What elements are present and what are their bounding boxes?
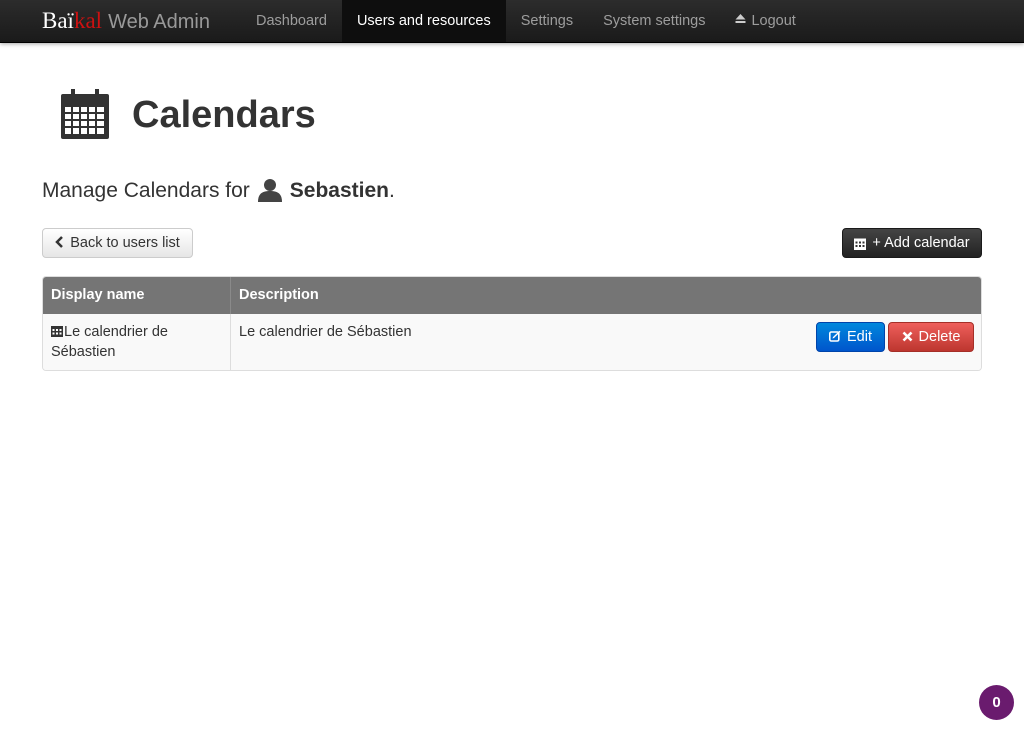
- edit-icon: [829, 330, 841, 345]
- calendar-icon: [51, 326, 63, 337]
- subtitle-prefix: Manage Calendars for: [42, 179, 250, 202]
- back-to-users-button[interactable]: Back to users list: [42, 228, 193, 258]
- cell-description: Le calendrier de Sébastien: [239, 324, 412, 340]
- page-subtitle: Manage Calendars for Sebastien .: [42, 176, 395, 206]
- add-calendar-button[interactable]: + Add calendar: [842, 228, 982, 258]
- cell-display-name: Le calendrier de Sébastien: [43, 314, 231, 370]
- add-calendar-label: + Add calendar: [872, 235, 970, 251]
- delete-button[interactable]: Delete: [888, 322, 974, 352]
- calendar-icon: [854, 238, 867, 250]
- column-header-description: Description: [239, 287, 319, 303]
- display-name-line-2: Sébastien: [51, 344, 116, 360]
- nav-item-label: Settings: [520, 13, 574, 29]
- nav-item-dashboard[interactable]: Dashboard: [241, 0, 342, 42]
- nav-item-users-and-resources[interactable]: Users and resources: [341, 0, 506, 42]
- main-nav: Dashboard Users and resources Settings S…: [241, 0, 811, 42]
- nav-item-system-settings[interactable]: System settings: [588, 0, 720, 42]
- brand-part-3: Web Admin: [108, 11, 210, 33]
- subtitle-suffix: .: [389, 179, 395, 202]
- table-header: Display name Description: [43, 277, 981, 314]
- top-navbar: Baïkal Web Admin Dashboard Users and reso…: [0, 0, 1024, 43]
- calendar-icon: [61, 89, 109, 139]
- delete-button-label: Delete: [918, 329, 961, 345]
- brand-part-1: Baï: [42, 8, 74, 33]
- brand-part-2: kal: [73, 8, 103, 33]
- username: Sebastien: [289, 179, 390, 202]
- edit-button-label: Edit: [847, 329, 872, 345]
- column-header-display-name: Display name: [43, 277, 231, 314]
- display-name-line-1: Le calendrier de: [64, 324, 168, 340]
- nav-item-settings[interactable]: Settings: [506, 0, 588, 42]
- page-title: Calendars: [132, 94, 316, 136]
- eject-icon: [735, 1, 746, 41]
- brand-logo[interactable]: Baïkal Web Admin: [42, 8, 210, 36]
- nav-item-label: Logout: [751, 13, 796, 29]
- nav-item-label: Dashboard: [256, 13, 327, 29]
- nav-item-label: Users and resources: [356, 13, 491, 29]
- chevron-left-icon: [55, 235, 64, 251]
- user-icon: [257, 178, 283, 202]
- calendars-table: Display name Description Le calendrier d…: [42, 276, 982, 371]
- notification-badge[interactable]: 0: [979, 685, 1014, 720]
- table-row: Le calendrier de Sébastien Le calendrier…: [43, 314, 981, 370]
- back-button-label: Back to users list: [70, 235, 180, 251]
- close-icon: [902, 330, 913, 345]
- nav-item-label: System settings: [603, 13, 706, 29]
- edit-button[interactable]: Edit: [816, 322, 885, 352]
- nav-item-logout[interactable]: Logout: [720, 0, 810, 42]
